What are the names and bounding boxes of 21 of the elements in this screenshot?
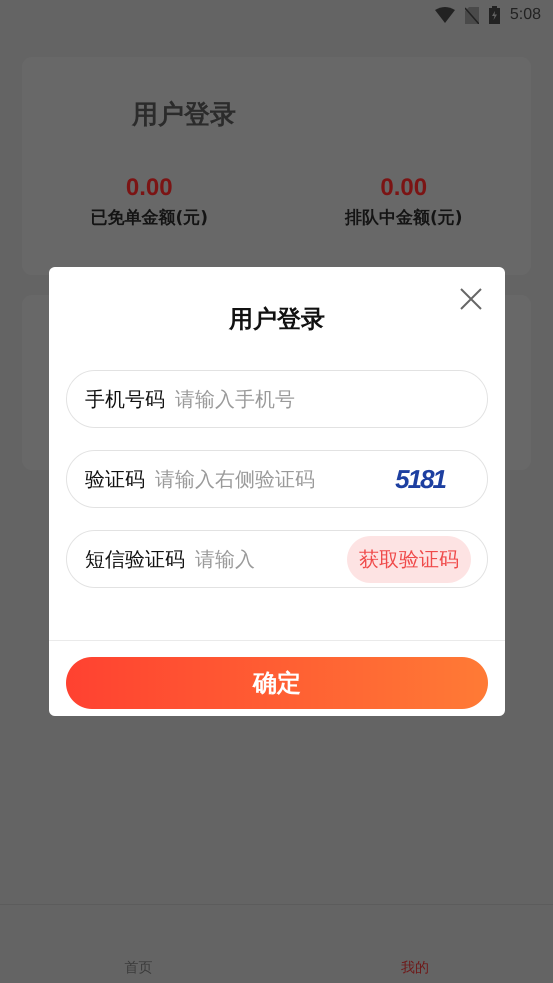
field-label: 手机号码 — [85, 386, 165, 412]
stat-label: 排队中金额(元) — [344, 207, 463, 229]
stat-value: 0.00 — [126, 174, 173, 202]
captcha-image[interactable]: 5181 — [395, 464, 445, 494]
battery-icon — [488, 6, 500, 24]
close-icon[interactable] — [459, 287, 483, 311]
input-field[interactable]: 请输入手机号 — [175, 387, 469, 411]
stat-label: 已免单金额(元) — [90, 207, 208, 229]
field-label: 验证码 — [85, 466, 145, 492]
status-time: 5:08 — [510, 6, 541, 24]
field-label: 短信验证码 — [85, 546, 185, 572]
stat-value: 0.00 — [380, 174, 428, 202]
dialog-title: 用户登录 — [229, 304, 325, 335]
wifi-icon — [434, 7, 455, 23]
form-field[interactable]: 手机号码 请输入手机号 — [66, 370, 488, 428]
form-field[interactable]: 验证码 请输入右侧验证码 5181 — [66, 450, 488, 508]
input-field[interactable]: 请输入右侧验证码 — [155, 467, 386, 491]
input-field[interactable]: 请输入 — [195, 547, 337, 571]
no-sim-icon — [464, 6, 479, 24]
form-field[interactable]: 短信验证码 请输入 获取验证码 — [66, 530, 488, 588]
card-title: 用户登录 — [132, 99, 236, 132]
